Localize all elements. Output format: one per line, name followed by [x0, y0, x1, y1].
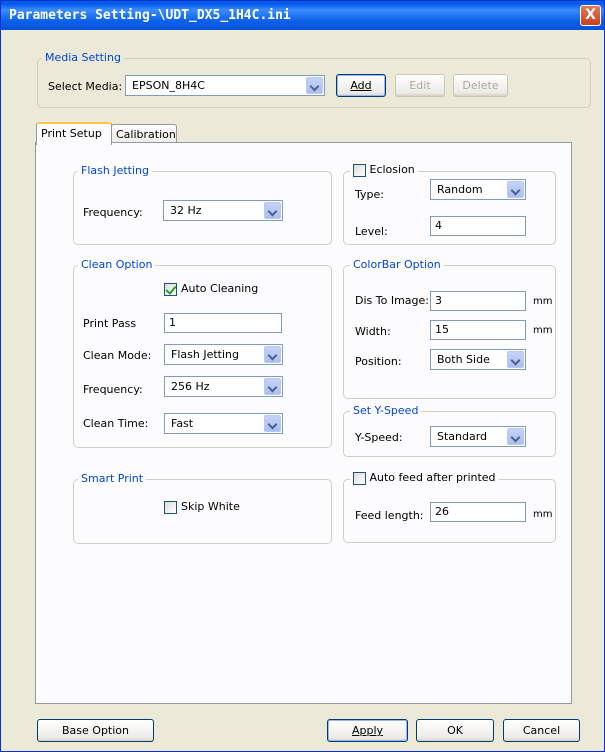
clean-frequency-dropdown[interactable]: 256 Hz	[164, 376, 283, 397]
colorbar-width-label: Width:	[355, 325, 391, 338]
clean-mode-label: Clean Mode:	[83, 349, 152, 362]
chevron-down-icon[interactable]	[507, 428, 524, 445]
window-title: Parameters Setting-\UDT_DX5_1H4C.ini	[9, 8, 291, 23]
set-y-speed-legend: Set Y-Speed	[350, 404, 422, 417]
dis-to-image-unit: mm	[533, 296, 553, 307]
print-setup-panel: Flash Jetting Frequency: 32 Hz Eclosion …	[35, 142, 572, 704]
feed-length-input[interactable]: 26	[430, 502, 526, 522]
chevron-down-icon[interactable]	[507, 351, 524, 368]
clean-mode-value: Flash Jetting	[171, 348, 239, 361]
cancel-button[interactable]: Cancel	[503, 719, 580, 742]
chevron-down-icon[interactable]	[264, 346, 281, 363]
dis-to-image-label: Dis To Image:	[355, 294, 429, 307]
chevron-down-icon[interactable]	[507, 181, 524, 198]
flash-jetting-legend: Flash Jetting	[78, 164, 152, 177]
chevron-down-icon[interactable]	[306, 77, 323, 94]
eclosion-level-input[interactable]: 4	[430, 216, 526, 236]
flash-frequency-value: 32 Hz	[170, 204, 202, 217]
smart-print-legend: Smart Print	[78, 472, 147, 485]
clean-time-value: Fast	[171, 417, 194, 430]
auto-feed-checkbox[interactable]	[353, 471, 366, 485]
parameters-setting-dialog: Parameters Setting-\UDT_DX5_1H4C.ini X M…	[0, 0, 605, 752]
y-speed-dropdown[interactable]: Standard	[430, 426, 526, 447]
edit-button[interactable]: Edit	[395, 74, 445, 97]
auto-cleaning-label: Auto Cleaning	[181, 282, 259, 295]
select-media-label: Select Media:	[48, 80, 123, 93]
auto-feed-label: Auto feed after printed	[369, 471, 496, 484]
feed-length-label: Feed length:	[355, 509, 424, 522]
clean-option-legend: Clean Option	[78, 258, 156, 271]
apply-button[interactable]: Apply	[327, 719, 408, 742]
tab-print-setup[interactable]: Print Setup	[36, 122, 112, 145]
flash-frequency-label: Frequency:	[83, 206, 143, 219]
select-media-dropdown[interactable]: EPSON_8H4C	[125, 75, 325, 96]
clean-time-dropdown[interactable]: Fast	[164, 413, 283, 434]
clean-frequency-label: Frequency:	[83, 383, 143, 396]
ok-button[interactable]: OK	[416, 719, 494, 742]
base-option-button[interactable]: Base Option	[37, 719, 154, 742]
add-button[interactable]: Add	[336, 74, 386, 97]
colorbar-width-unit: mm	[533, 325, 553, 336]
close-button[interactable]: X	[580, 5, 601, 26]
chevron-down-icon[interactable]	[264, 415, 281, 432]
flash-frequency-dropdown[interactable]: 32 Hz	[163, 200, 283, 221]
media-setting-legend: Media Setting	[42, 51, 124, 64]
clean-mode-dropdown[interactable]: Flash Jetting	[164, 344, 283, 365]
close-icon: X	[585, 7, 596, 23]
eclosion-label: Eclosion	[369, 163, 415, 176]
skip-white-label: Skip White	[181, 500, 240, 513]
skip-white-checkbox[interactable]	[164, 501, 177, 514]
colorbar-position-label: Position:	[355, 355, 402, 368]
colorbar-width-input[interactable]: 15	[430, 320, 526, 340]
y-speed-label: Y-Speed:	[355, 431, 403, 444]
chevron-down-icon[interactable]	[264, 378, 281, 395]
clean-frequency-value: 256 Hz	[171, 380, 210, 393]
delete-button[interactable]: Delete	[453, 74, 508, 97]
clean-time-label: Clean Time:	[83, 417, 149, 430]
dis-to-image-input[interactable]: 3	[430, 291, 526, 311]
title-bar[interactable]: Parameters Setting-\UDT_DX5_1H4C.ini X	[1, 1, 604, 30]
print-pass-label: Print Pass	[83, 317, 137, 330]
chevron-down-icon[interactable]	[264, 202, 281, 219]
eclosion-level-label: Level:	[355, 225, 388, 238]
eclosion-type-dropdown[interactable]: Random	[430, 179, 526, 200]
y-speed-value: Standard	[437, 430, 488, 443]
colorbar-option-legend: ColorBar Option	[350, 258, 444, 271]
eclosion-type-value: Random	[437, 183, 483, 196]
auto-cleaning-checkbox[interactable]	[164, 283, 177, 296]
eclosion-checkbox[interactable]	[353, 163, 366, 177]
colorbar-position-dropdown[interactable]: Both Side	[430, 349, 526, 370]
colorbar-position-value: Both Side	[437, 353, 490, 366]
select-media-value: EPSON_8H4C	[132, 79, 205, 92]
print-pass-input[interactable]: 1	[164, 313, 282, 333]
eclosion-type-label: Type:	[355, 188, 384, 201]
feed-length-unit: mm	[533, 509, 553, 520]
